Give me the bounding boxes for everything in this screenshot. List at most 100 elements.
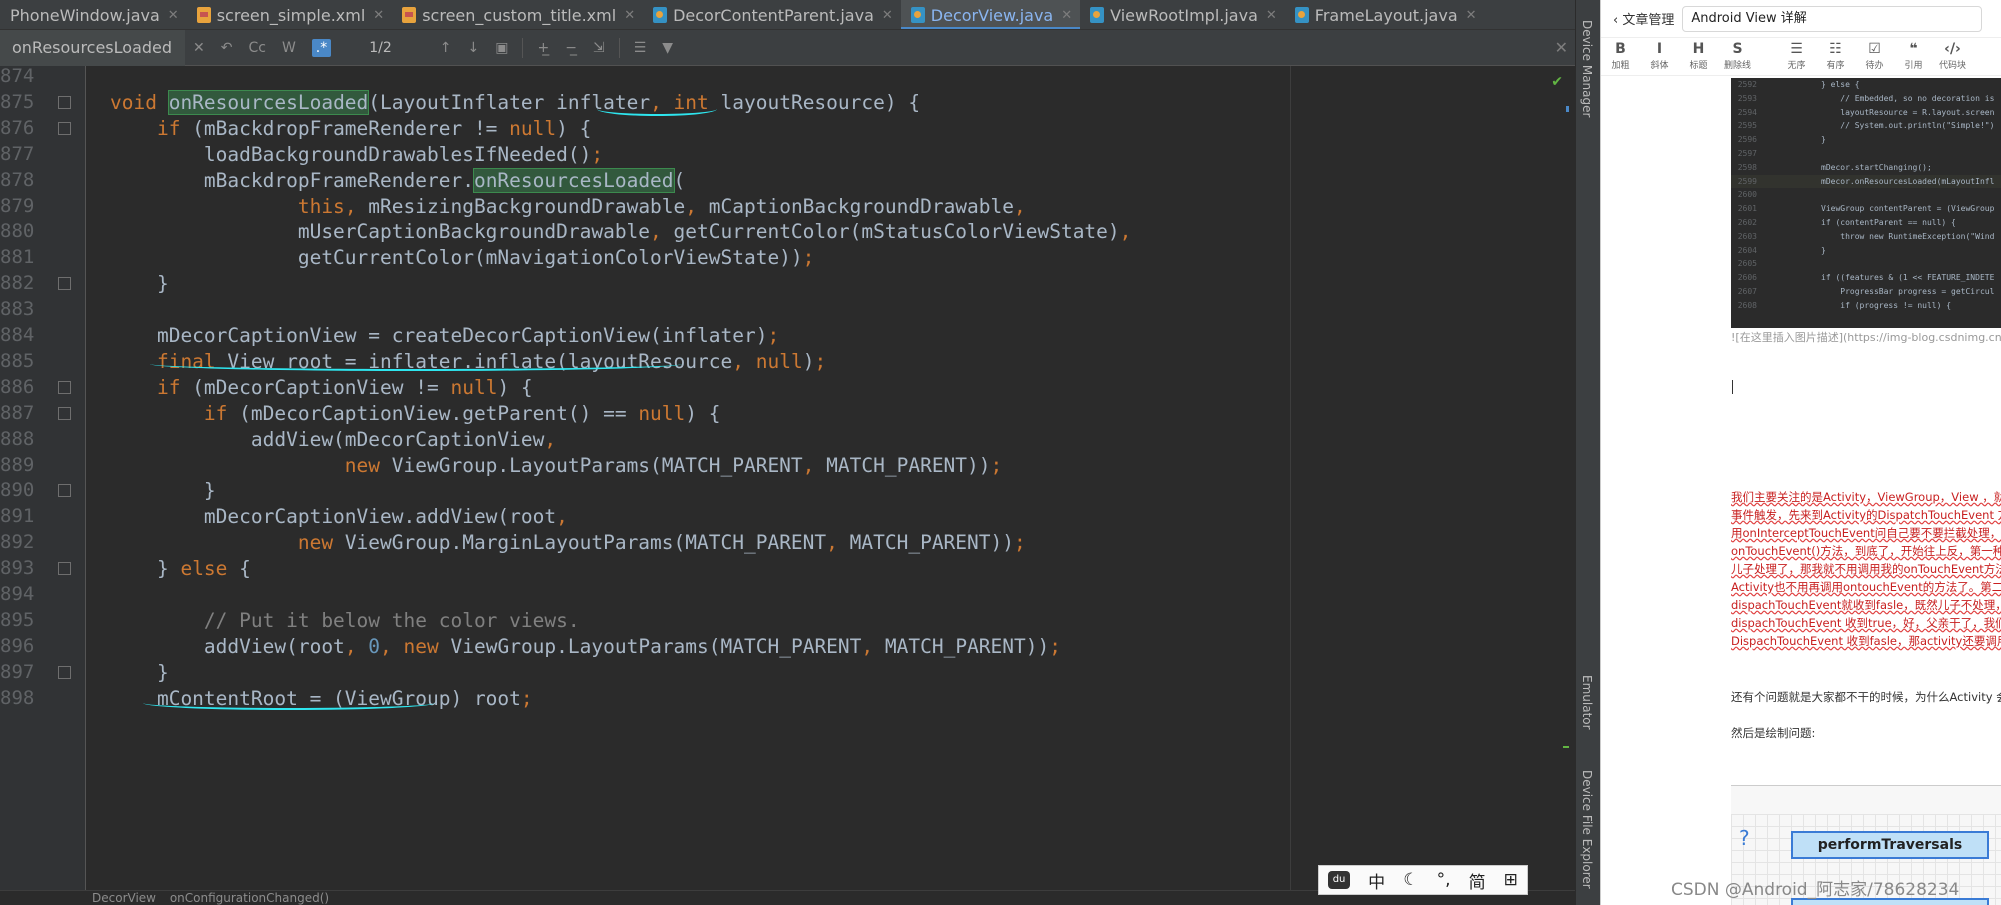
close-find-icon[interactable]: ✕ <box>1555 38 1568 57</box>
close-tab-icon[interactable]: ✕ <box>882 8 893 23</box>
add-selection-icon[interactable]: +̲ <box>537 40 549 56</box>
code-token: (mDecorCaptionView != <box>192 375 451 399</box>
close-tab-icon[interactable]: ✕ <box>624 8 635 23</box>
editor-tab[interactable]: DecorView.java ✕ <box>900 0 1081 29</box>
format-toolbar: B 加粗 I 斜体 H 标题 S 删除线 ☰ 无序 ☷ 有序 ☑ 待办 ❝ 引用 ‹/› 代码块 <box>1601 40 2001 76</box>
right-tool-strip: Device Manager Emulator Device File Expl… <box>1575 0 1600 905</box>
code-token: if <box>110 375 193 399</box>
format-button[interactable]: ☑ 待办 <box>1855 40 1894 75</box>
close-tab-icon[interactable]: ✕ <box>373 8 384 23</box>
editor-tab[interactable]: screen_custom_title.xml ✕ <box>392 0 643 29</box>
multiline-icon[interactable]: ☰ <box>634 40 647 56</box>
paragraph-line: dispachTouchEvent就收到fasle，既然儿子不处理，那我 <box>1731 598 2001 612</box>
close-tab-icon[interactable]: ✕ <box>1466 8 1477 23</box>
fold-marker-icon[interactable] <box>58 380 71 394</box>
screenshot-line-number: 2606 <box>1737 273 1757 283</box>
ime-language-toggle[interactable]: 中 <box>1368 868 1385 893</box>
code-token: mBackdropFrameRenderer. <box>110 168 474 192</box>
article-paragraph[interactable]: 然后是绘制问题: <box>1731 725 2001 741</box>
back-to-article-management-link[interactable]: ‹ 文章管理 <box>1613 9 1674 28</box>
editor-tab[interactable]: FrameLayout.java ✕ <box>1285 0 1485 29</box>
breadcrumb-item[interactable]: DecorView <box>92 891 156 905</box>
blog-editor: ‹ 文章管理 Android View 详解 B 加粗 I 斜体 H 标题 S 删除线 ☰ 无序 ☷… <box>1600 0 2001 905</box>
screenshot-code-text: } <box>1821 245 1826 255</box>
select-next-icon[interactable]: ⇲ <box>593 40 605 56</box>
find-bar: onResourcesLoaded ✕ ↶ Cc W .* 1/2 ↑ ↓ ▣ … <box>0 29 1580 66</box>
code-token: ViewGroup.LayoutParams(MATCH_PARENT <box>450 634 862 658</box>
next-match-icon[interactable]: ↓ <box>468 40 480 56</box>
code-token: ( <box>673 168 686 192</box>
format-icon: ☰ <box>1790 41 1803 57</box>
close-tab-icon[interactable]: ✕ <box>1266 8 1277 23</box>
moon-icon[interactable]: ☾ <box>1403 870 1418 890</box>
device-file-explorer-tab[interactable]: Device File Explorer <box>1580 770 1594 889</box>
match-case-toggle[interactable]: Cc <box>248 40 265 56</box>
breadcrumb-item[interactable]: onConfigurationChanged() <box>170 891 329 905</box>
code-token: } <box>110 557 181 581</box>
format-button[interactable]: ☷ 有序 <box>1816 40 1855 75</box>
screenshot-code-text: layoutResource = R.layout.screen <box>1821 107 1995 117</box>
code-token: (mBackdropFrameRenderer != <box>192 116 510 140</box>
simplified-toggle[interactable]: 简 <box>1469 868 1486 893</box>
editor-tab[interactable]: DecorContentParent.java ✕ <box>643 0 901 29</box>
format-button[interactable]: I 斜体 <box>1640 40 1679 75</box>
code-editor[interactable]: 874 875 void onResourcesLoaded(LayoutInfla… <box>0 66 1575 890</box>
grid-icon[interactable]: ⊞ <box>1504 870 1518 890</box>
regex-toggle[interactable]: .* <box>311 38 332 57</box>
device-manager-tab[interactable]: Device Manager <box>1580 20 1594 117</box>
fold-marker-icon[interactable] <box>58 95 71 109</box>
code-token: layoutResource) { <box>720 90 921 114</box>
history-icon[interactable]: ↶ <box>221 40 233 56</box>
remove-selection-icon[interactable]: −̲ <box>565 40 577 56</box>
code-screenshot-image: 2592} else {2593 // Embedded, so no deco… <box>1731 78 2001 328</box>
whole-word-toggle[interactable]: W <box>282 40 296 56</box>
select-all-occurrences-icon[interactable]: ▣ <box>495 40 508 56</box>
screenshot-code-line: 2607 ProgressBar progress = getCircul <box>1731 285 2001 298</box>
screenshot-code-text: if ((features & (1 << FEATURE_INDETE <box>1821 273 1995 283</box>
tab-label: PhoneWindow.java <box>10 5 160 25</box>
fold-marker-icon[interactable] <box>58 665 71 679</box>
prev-match-icon[interactable]: ↑ <box>440 40 452 56</box>
article-paragraph[interactable]: 我们主要关注的是Activity，ViewGroup，View ，就是 事件触发，… <box>1731 488 2001 652</box>
format-button[interactable]: H 标题 <box>1679 40 1718 75</box>
fold-marker-icon[interactable] <box>58 121 71 135</box>
code-token: new <box>403 634 451 658</box>
editor-tab[interactable]: screen_simple.xml ✕ <box>187 0 393 29</box>
emulator-tab[interactable]: Emulator <box>1580 675 1594 730</box>
screenshot-code-line: 2593 // Embedded, so no decoration is <box>1731 92 2001 105</box>
format-icon: ❝ <box>1909 41 1918 57</box>
code-token: ViewGroup.MarginLayoutParams(MATCH_PAREN… <box>344 531 827 555</box>
fold-marker-icon[interactable] <box>58 277 71 291</box>
punctuation-toggle[interactable]: °, <box>1437 870 1451 890</box>
screenshot-line-number: 2598 <box>1737 162 1757 172</box>
close-tab-icon[interactable]: ✕ <box>168 8 179 23</box>
code-token: , <box>1014 194 1026 218</box>
screenshot-code-line: 2594 layoutResource = R.layout.screen <box>1731 106 2001 119</box>
format-button[interactable]: B 加粗 <box>1601 40 1640 75</box>
screenshot-code-text: } else { <box>1821 80 1860 89</box>
java-file-icon <box>653 7 668 23</box>
format-button[interactable]: ‹/› 代码块 <box>1933 40 1972 75</box>
image-markdown-text[interactable]: ![在这里插入图片描述](https://img-blog.csdnimg.cn… <box>1731 329 2001 345</box>
separator <box>522 37 524 58</box>
filter-icon[interactable]: ▼ <box>662 40 673 56</box>
format-button[interactable]: ☰ 无序 <box>1777 40 1816 75</box>
match-count: 1/2 <box>369 39 392 56</box>
find-input[interactable]: onResourcesLoaded <box>0 29 185 66</box>
fold-marker-icon[interactable] <box>58 406 71 420</box>
article-paragraph[interactable]: 还有个问题就是大家都不干的时候，为什么Activity 会来 <box>1731 689 2001 705</box>
format-button[interactable]: S 删除线 <box>1718 40 1757 75</box>
clear-search-icon[interactable]: ✕ <box>193 40 205 56</box>
screenshot-line-number: 2600 <box>1737 190 1757 200</box>
editor-tab[interactable]: PhoneWindow.java ✕ <box>0 0 187 29</box>
close-tab-icon[interactable]: ✕ <box>1061 8 1072 23</box>
format-icon: H <box>1692 41 1705 57</box>
fold-marker-icon[interactable] <box>58 484 71 498</box>
format-button[interactable]: ❝ 引用 <box>1894 40 1933 75</box>
fold-marker-icon[interactable] <box>58 562 71 576</box>
editor-tab[interactable]: ViewRootImpl.java ✕ <box>1080 0 1285 29</box>
screenshot-line-number: 2601 <box>1737 204 1757 214</box>
article-title-input[interactable]: Android View 详解 <box>1682 5 1983 32</box>
screenshot-code-line: 2608 if (progress != null) { <box>1731 299 2001 312</box>
ime-logo-icon[interactable]: du <box>1328 871 1351 889</box>
